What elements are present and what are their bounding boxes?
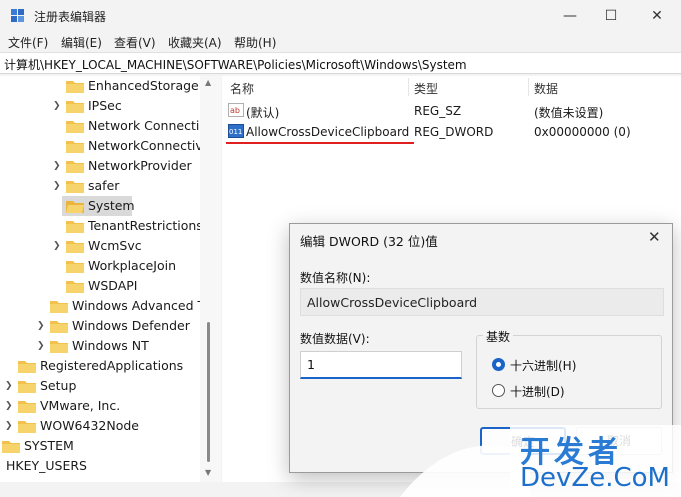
menu-favorites[interactable]: 收藏夹(A) [168,34,222,51]
chevron-right-icon[interactable]: ❯ [53,176,61,196]
folder-icon [2,441,20,453]
registry-editor-icon [11,9,24,22]
base-label: 基数 [483,328,514,345]
key-tree[interactable]: EnhancedStorageD ❯ IPSec Network Connect… [0,76,200,482]
value-data: 0x00000000 (0) [534,125,631,139]
column-divider[interactable] [408,78,409,96]
value-name: AllowCrossDeviceClipboard [246,125,410,139]
address-path[interactable]: 计算机\HKEY_LOCAL_MACHINE\SOFTWARE\Policies… [4,56,467,73]
folder-icon [18,361,36,373]
folder-icon [18,381,36,393]
folder-open-icon [66,201,84,213]
scroll-down-icon[interactable]: ▼ [205,468,211,477]
menu-view[interactable]: 查看(V) [114,34,156,51]
watermark-text: DevZe.CoM [520,463,670,493]
column-header-data[interactable]: 数据 [534,80,558,97]
folder-icon [66,181,84,193]
folder-icon [66,161,84,173]
chevron-right-icon[interactable]: ❯ [5,376,13,396]
svg-text:011: 011 [229,128,242,136]
highlight-underline [226,142,414,144]
value-name-label: 数值名称(N): [300,271,371,285]
svg-text:ab: ab [230,106,240,115]
folder-icon [66,121,84,133]
menu-file[interactable]: 文件(F) [8,34,48,51]
menu-help[interactable]: 帮助(H) [234,34,276,51]
hex-radio-label[interactable]: 十六进制(H) [510,357,576,374]
title-bar: 注册表编辑器 — ☐ ✕ [0,0,681,32]
maximize-button[interactable]: ☐ [601,6,621,26]
folder-icon [66,81,84,93]
value-type: REG_DWORD [414,125,494,139]
value-data-label: 数值数据(V): [300,332,370,346]
value-name-field: AllowCrossDeviceClipboard [300,288,664,316]
folder-icon [66,241,84,253]
watermark: 开发者 DevZe.CoM [400,425,681,497]
menu-edit[interactable]: 编辑(E) [61,34,102,51]
binary-value-icon: 011 [228,124,244,138]
value-type: REG_SZ [414,104,462,118]
folder-icon [50,301,68,313]
decimal-radio[interactable] [492,384,505,397]
tree-scrollbar[interactable]: ▲ ▼ [200,76,221,482]
chevron-right-icon[interactable]: ❯ [5,396,13,416]
dialog-close-button[interactable]: ✕ [648,228,661,246]
folder-icon [50,341,68,353]
chevron-right-icon[interactable]: ❯ [53,156,61,176]
hex-radio[interactable] [492,358,505,371]
scrollbar-thumb[interactable] [207,322,210,462]
chevron-right-icon[interactable]: ❯ [53,236,61,256]
decimal-radio-label[interactable]: 十进制(D) [510,383,565,400]
tree-item-selected[interactable]: System [62,196,135,216]
chevron-right-icon[interactable]: ❯ [53,96,61,116]
chevron-right-icon[interactable]: ❯ [37,316,45,336]
close-button[interactable]: ✕ [647,6,667,26]
address-bar[interactable]: 计算机\HKEY_LOCAL_MACHINE\SOFTWARE\Policies… [0,52,681,74]
column-header-name[interactable]: 名称 [230,80,254,97]
folder-icon [18,401,36,413]
folder-icon [66,221,84,233]
folder-icon [18,421,36,433]
folder-icon [66,101,84,113]
folder-icon [50,321,68,333]
chevron-right-icon[interactable]: ❯ [5,416,13,436]
minimize-button[interactable]: — [560,6,580,26]
column-header-type[interactable]: 类型 [414,80,438,97]
folder-icon [66,141,84,153]
menu-bar: 文件(F) 编辑(E) 查看(V) 收藏夹(A) 帮助(H) [0,32,681,52]
chevron-right-icon[interactable]: ❯ [37,336,45,356]
string-value-icon: ab [228,103,244,117]
folder-icon [66,281,84,293]
scroll-up-icon[interactable]: ▲ [205,78,211,87]
value-name: (默认) [246,106,280,120]
column-divider[interactable] [528,78,529,96]
folder-icon [66,261,84,273]
dialog-title: 编辑 DWORD (32 位)值 [300,234,438,249]
value-data: (数值未设置) [534,106,604,120]
value-data-input[interactable] [300,351,462,379]
window-title: 注册表编辑器 [34,10,107,24]
